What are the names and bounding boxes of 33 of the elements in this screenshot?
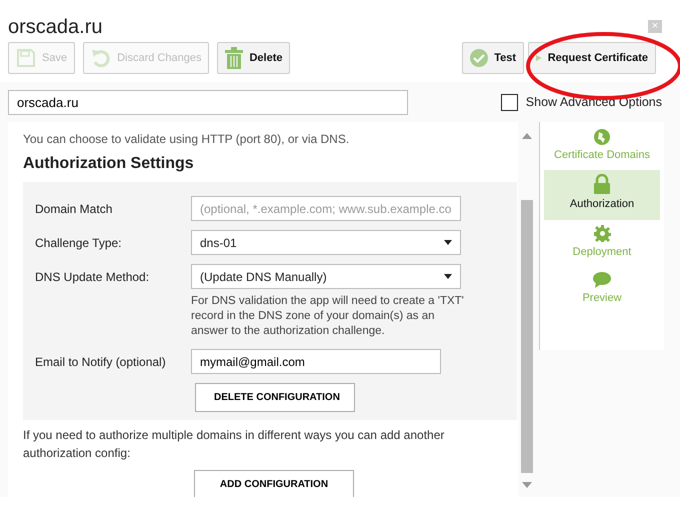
add-configuration-button[interactable]: ADD CONFIGURATION xyxy=(194,470,354,497)
lock-icon xyxy=(594,174,610,194)
name-field[interactable]: orscada.ru xyxy=(8,90,408,114)
caret-icon xyxy=(444,240,452,245)
dropdown[interactable]: (Update DNS Manually) xyxy=(191,264,461,289)
save-icon xyxy=(16,48,36,68)
field-label: DNS Update Method: xyxy=(35,268,150,286)
email-field[interactable]: mymail@gmail.com xyxy=(191,349,441,374)
scroll-down-icon[interactable] xyxy=(522,481,532,489)
field-label: Email to Notify (optional) xyxy=(35,354,167,370)
help-text: For DNS validation the app will need to create a 'TXT' record in the DNS zone of your domain(s) as an answer to the authorization challenge. xyxy=(191,294,465,339)
check-icon xyxy=(470,49,488,67)
gear-icon xyxy=(594,225,610,242)
field-label: Domain Match xyxy=(35,200,114,218)
advanced-options-checkbox[interactable] xyxy=(500,94,518,110)
window-title: orscada.ru xyxy=(8,16,102,38)
dropdown[interactable]: dns-01 xyxy=(191,230,461,255)
speech-bubble-icon xyxy=(593,272,611,288)
scroll-up-icon[interactable] xyxy=(522,132,532,140)
caret-icon xyxy=(444,274,452,279)
delete-configuration-button[interactable]: DELETE CONFIGURATION xyxy=(195,383,355,412)
field-label: Challenge Type: xyxy=(35,234,123,252)
domain-match-field[interactable]: (optional, *.example.com; www.sub.example.co xyxy=(191,196,461,221)
intro-text: You can choose to validate using HTTP (port 80), or via DNS. xyxy=(23,131,350,148)
delete-button[interactable]: Delete xyxy=(217,42,290,74)
globe-icon xyxy=(594,129,610,145)
undo-icon xyxy=(91,48,112,68)
sidebar-item[interactable]: Authorization xyxy=(544,170,660,220)
trash-icon xyxy=(225,47,244,69)
section-title: Authorization Settings xyxy=(23,154,195,174)
request-certificate-button[interactable]: Request Certificate xyxy=(528,42,656,74)
test-button[interactable]: Test xyxy=(462,42,524,74)
footer-note: If you need to authorize multiple domains in different ways you can add another authorization config: xyxy=(23,427,446,462)
